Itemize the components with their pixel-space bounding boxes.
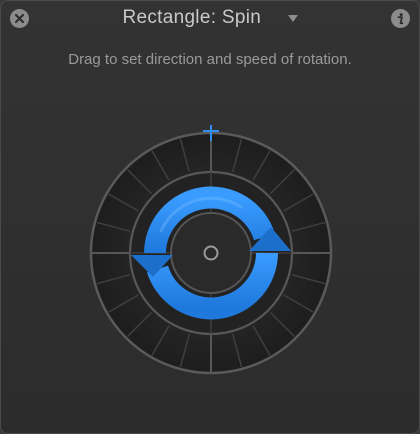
instructions-text: Drag to set direction and speed of rotat… bbox=[68, 51, 352, 68]
window-title: Rectangle: Spin bbox=[122, 7, 262, 28]
title-bar: Rectangle: Spin bbox=[1, 1, 419, 37]
title-menu[interactable]: Rectangle: Spin bbox=[1, 7, 419, 29]
chevron-down-icon bbox=[287, 14, 298, 22]
info-button[interactable] bbox=[391, 9, 410, 28]
rotation-dial[interactable] bbox=[83, 125, 339, 381]
inner-ring bbox=[170, 212, 252, 294]
info-icon bbox=[397, 13, 404, 25]
spin-hud-window: Rectangle: Spin Drag to set direction an… bbox=[0, 0, 420, 434]
